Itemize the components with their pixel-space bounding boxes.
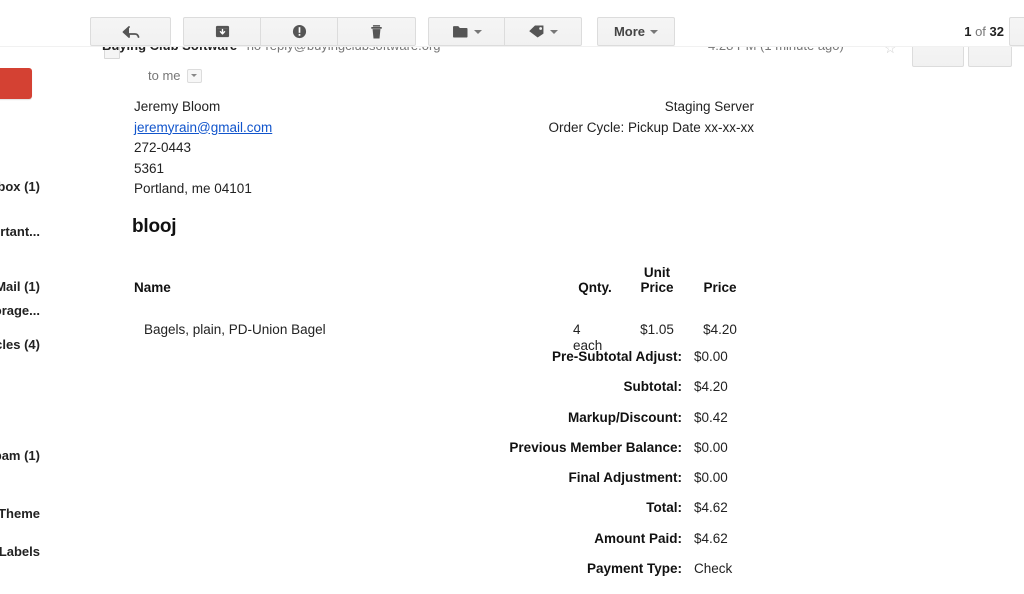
buyer-phone: 272-0443 [134, 140, 192, 155]
chevron-down-icon [550, 29, 558, 34]
summary-row: Subtotal: $4.20 [346, 379, 752, 409]
summary-value: $4.20 [694, 379, 728, 395]
mail-toolbar: More 1 of 32 [0, 0, 1024, 47]
summary-label: Markup/Discount: [567, 409, 682, 425]
table-header-row: Name Qnty. Unit Price Price [134, 265, 752, 304]
summary-value: $0.00 [694, 349, 728, 364]
recipient-details-button[interactable] [186, 68, 202, 83]
summary-row: Payment Type: Check [346, 561, 752, 591]
sender-email: no-reply@buyingclubsoftware.org [247, 47, 441, 53]
item-quantity: 4 each [564, 304, 626, 354]
archive-icon [215, 24, 230, 39]
sidebar-item-sent-mail[interactable]: Sent Mail (1) [0, 279, 40, 294]
summary-row: Amount Paid: $4.62 [346, 531, 752, 561]
more-button[interactable]: More [597, 17, 675, 46]
reply-button[interactable] [90, 17, 171, 46]
server-title: Staging Server [664, 99, 754, 114]
column-header-price: Price [703, 280, 737, 295]
summary-label: Previous Member Balance: [509, 439, 682, 455]
order-summary: Pre-Subtotal Adjust: $0.00 Subtotal: $4.… [346, 349, 752, 591]
summary-value: $0.42 [694, 409, 728, 425]
trash-icon [369, 24, 384, 40]
summary-value: $0.00 [694, 439, 728, 455]
chevron-down-icon [473, 29, 482, 34]
older-message-button[interactable] [1009, 17, 1024, 46]
buyer-info-block: Jeremy Bloom jeremyrain@gmail.com 272-04… [134, 97, 272, 200]
message-actions-group [183, 17, 416, 46]
summary-label: Amount Paid: [594, 530, 682, 546]
item-price: $4.20 [703, 322, 737, 337]
buyer-address: 5361 [134, 160, 165, 176]
archive-button[interactable] [184, 18, 261, 45]
more-label: More [613, 24, 646, 39]
star-icon[interactable]: ☆ [884, 47, 897, 57]
unit-price-line-1: Unit [643, 265, 671, 280]
exclamation-circle-icon [292, 24, 307, 39]
item-name: Bagels, plain, PD-Union Bagel [144, 322, 326, 337]
item-quantity-amount: 4 [573, 322, 581, 337]
unit-price-line-2: Price [640, 280, 674, 295]
sidebar-item-trash[interactable]: Trash Theme [0, 506, 40, 521]
order-title: blooj [132, 216, 177, 237]
message-header: Buying Club Software no-reply@buyingclub… [46, 47, 1024, 89]
tag-icon [528, 24, 545, 39]
summary-row: Pre-Subtotal Adjust: $0.00 [346, 349, 752, 379]
sidebar-item-more-labels[interactable]: More Mail Labels [0, 544, 40, 559]
server-info-block: Staging Server Order Cycle: Pickup Date … [446, 97, 754, 138]
buyer-name: Jeremy Bloom [134, 99, 221, 114]
buyer-city-state-zip: Portland, me 04101 [134, 181, 252, 196]
recipient-line: to me [148, 68, 202, 83]
summary-label: Total: [646, 500, 682, 516]
summary-value: $4.62 [694, 530, 728, 546]
summary-value: Check [694, 561, 733, 577]
sidebar-item-inbox[interactable]: Inbox (1) [0, 179, 40, 194]
server-order-cycle: Order Cycle: Pickup Date xx-xx-xx [548, 119, 754, 135]
report-spam-button[interactable] [261, 18, 338, 45]
sidebar-item-important[interactable]: Important... [0, 224, 40, 239]
buyer-email-link[interactable]: jeremyrain@gmail.com [134, 120, 272, 135]
sidebar-item-drafts[interactable]: Drafts Storage... [0, 303, 40, 318]
delete-button[interactable] [338, 18, 415, 45]
summary-row: Total: $4.62 [346, 500, 752, 530]
summary-value: $4.62 [694, 500, 728, 516]
summary-row: Previous Member Balance: $0.00 [346, 440, 752, 470]
sidebar-item-circles[interactable]: Circles (4) [0, 337, 40, 352]
sender-line: Buying Club Software no-reply@buyingclub… [102, 47, 441, 53]
summary-label: Payment Type: [586, 561, 682, 577]
summary-row: Markup/Discount: $0.42 [346, 410, 752, 440]
item-unit-price: $1.05 [640, 322, 674, 337]
summary-label: Pre-Subtotal Adjust: [552, 349, 682, 364]
gmail-sidebar: Inbox (1) Important... Sent Mail (1) Dra… [0, 47, 46, 594]
table-row: Bagels, plain, PD-Union Bagel 4 each $1.… [134, 304, 752, 354]
summary-row: Final Adjustment: $0.00 [346, 470, 752, 500]
column-header-unit-price: Unit Price [626, 265, 688, 304]
summary-value: $0.00 [694, 470, 728, 486]
labels-button[interactable] [505, 18, 581, 45]
pager-total: 32 [989, 24, 1004, 39]
summary-label: Final Adjustment: [568, 470, 683, 486]
sender-name: Buying Club Software [102, 47, 237, 53]
reply-icon-button[interactable] [912, 47, 964, 67]
compose-button[interactable] [0, 68, 32, 99]
summary-label: Subtotal: [623, 379, 683, 395]
message-menu-button[interactable] [968, 47, 1012, 67]
column-header-name: Name [134, 280, 171, 295]
message-pager: 1 of 32 [964, 24, 1004, 39]
folder-icon [452, 25, 469, 39]
message-timestamp: 4:28 PM (1 minute ago) [708, 47, 844, 53]
recipient-label: to me [148, 68, 181, 83]
order-items-table: Name Qnty. Unit Price Price Bagels, plai… [134, 265, 752, 354]
message-body: Jeremy Bloom jeremyrain@gmail.com 272-04… [46, 89, 1024, 594]
pager-of: of [971, 24, 990, 39]
chevron-down-icon [191, 74, 198, 77]
sidebar-item-spam[interactable]: Spam (1) [0, 448, 40, 463]
organize-group [428, 17, 582, 46]
column-header-qnty: Qnty. [578, 280, 612, 295]
reply-arrow-icon [122, 24, 140, 40]
chevron-down-icon [650, 29, 659, 34]
move-to-button[interactable] [429, 18, 505, 45]
